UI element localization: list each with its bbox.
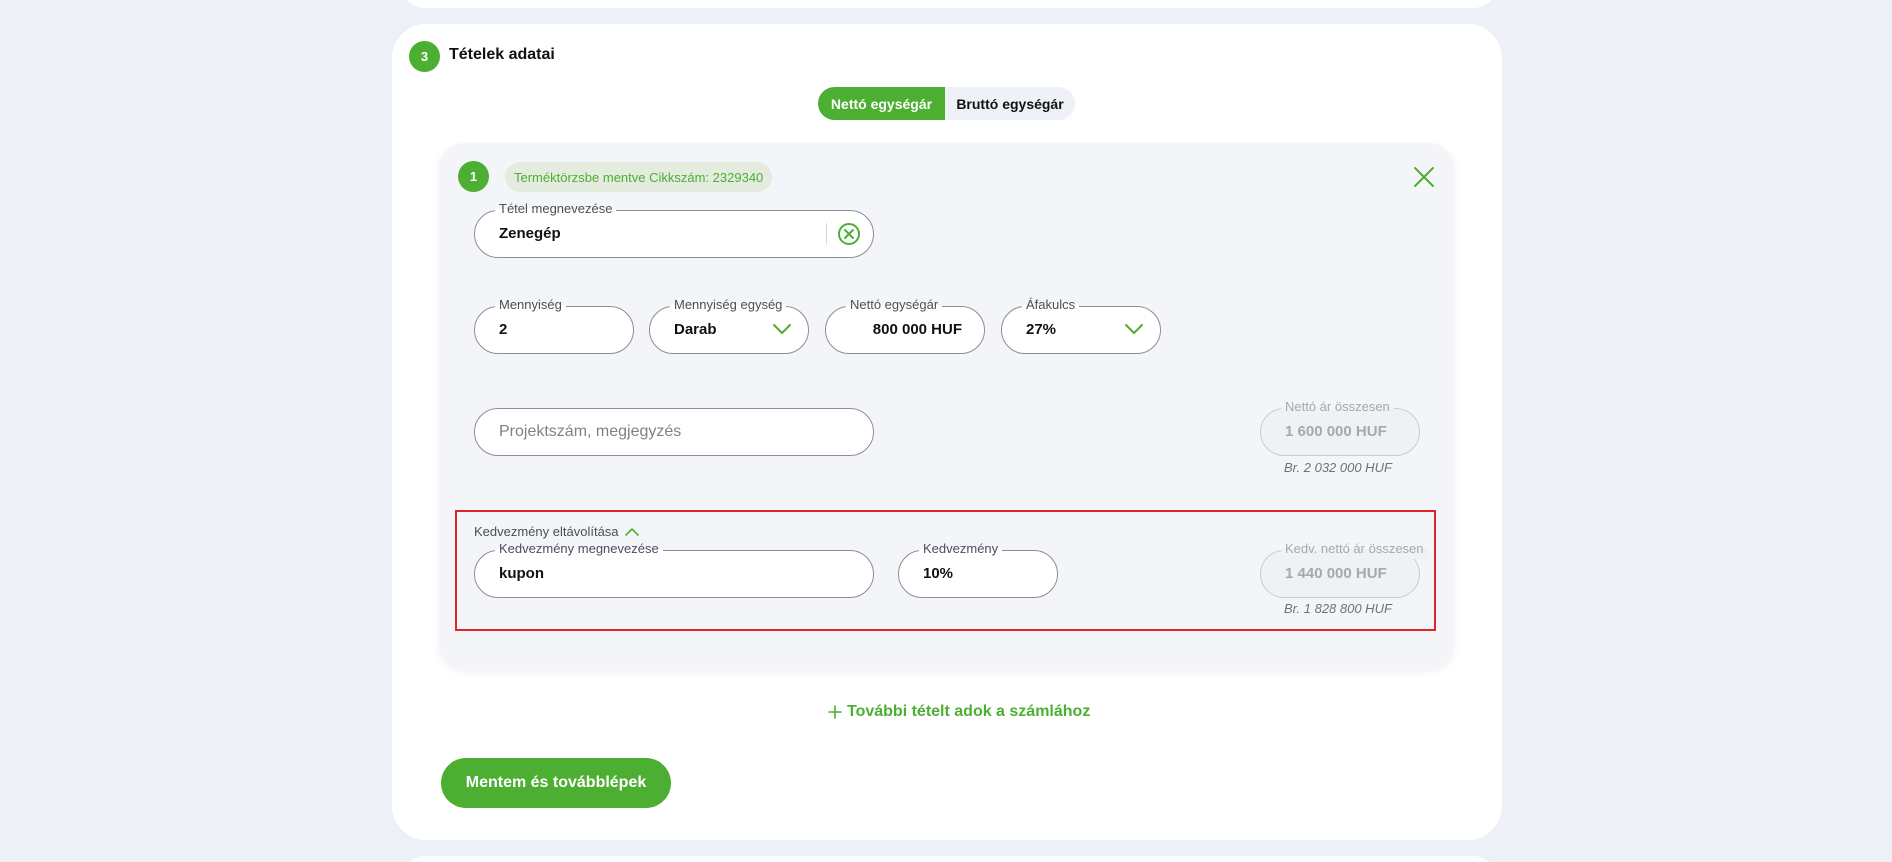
clear-circle-icon[interactable] <box>837 222 861 246</box>
discount-name-field[interactable]: Kedvezmény megnevezése kupon <box>474 539 874 598</box>
price-mode-toggle[interactable]: Nettó egységár Bruttó egységár <box>818 87 1075 120</box>
discount-amount-field[interactable]: Kedvezmény 10% <box>898 539 1058 598</box>
remove-discount-label[interactable]: Kedvezmény eltávolítása <box>474 524 619 539</box>
toggle-net-unit-price[interactable]: Nettó egységár <box>818 87 945 120</box>
vat-rate-value[interactable]: 27% <box>1026 307 1056 352</box>
plus-icon[interactable] <box>828 705 842 719</box>
save-and-continue-button[interactable]: Mentem és továbblépek <box>441 758 671 808</box>
add-item-link[interactable]: További tételt adok a számlához <box>828 703 1090 721</box>
unit-select[interactable]: Mennyiség egység Darab <box>649 295 809 354</box>
discount-amount-value[interactable]: 10% <box>923 551 953 596</box>
discounted-net-total-value: 1 440 000 HUF <box>1285 565 1387 582</box>
chevron-up-icon[interactable] <box>624 527 639 537</box>
gross-total-note: Br. 2 032 000 HUF <box>1284 460 1392 475</box>
note-placeholder[interactable]: Projektszám, megjegyzés <box>499 409 681 454</box>
discount-name-value[interactable]: kupon <box>499 551 544 596</box>
unit-value[interactable]: Darab <box>674 307 717 352</box>
toggle-gross-unit-price[interactable]: Bruttó egységár <box>945 87 1075 120</box>
next-section-card <box>399 856 1499 862</box>
chevron-down-icon[interactable] <box>1124 322 1144 336</box>
net-total-field: Nettó ár összesen 1 600 000 HUF <box>1260 397 1420 456</box>
vat-rate-select[interactable]: Áfakulcs 27% <box>1001 295 1161 354</box>
net-unit-price-value[interactable]: 800 000 HUF <box>873 307 962 352</box>
saved-to-catalog-badge: Terméktörzsbe mentve Cikkszám: 2329340 <box>505 162 773 192</box>
net-unit-price-field[interactable]: Nettó egységár 800 000 HUF <box>825 295 985 354</box>
previous-section-card <box>399 0 1499 8</box>
quantity-value[interactable]: 2 <box>499 307 507 352</box>
quantity-field[interactable]: Mennyiség 2 <box>474 295 634 354</box>
section-title: Tételek adatai <box>449 46 555 63</box>
close-icon[interactable] <box>1413 166 1435 188</box>
discounted-net-total-field: Kedv. nettó ár összesen 1 440 000 HUF <box>1260 539 1428 598</box>
item-name-value[interactable]: Zenegép <box>499 211 561 256</box>
discounted-gross-total-note: Br. 1 828 800 HUF <box>1284 601 1392 616</box>
field-divider <box>826 223 827 245</box>
step-number-badge: 3 <box>409 41 440 72</box>
chevron-down-icon[interactable] <box>772 322 792 336</box>
remove-discount-toggle[interactable]: Kedvezmény eltávolítása <box>474 524 639 539</box>
net-total-value: 1 600 000 HUF <box>1285 423 1387 440</box>
add-item-label[interactable]: További tételt adok a számlához <box>847 703 1090 721</box>
item-number-badge: 1 <box>458 161 489 192</box>
note-field[interactable]: Projektszám, megjegyzés <box>474 408 874 456</box>
item-name-field[interactable]: Tétel megnevezése Zenegép <box>474 199 874 258</box>
